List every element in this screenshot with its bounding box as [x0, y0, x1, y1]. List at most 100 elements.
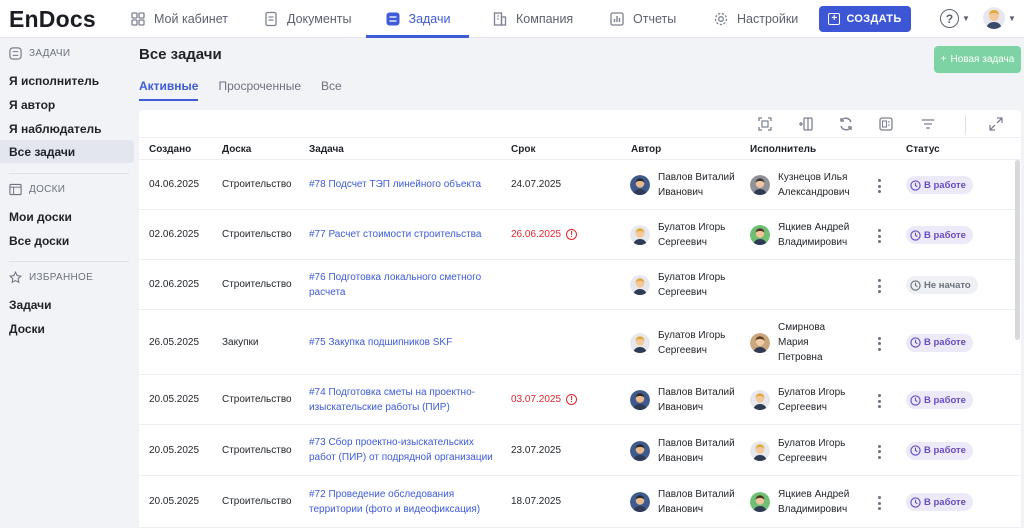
task-link[interactable]: #76 Подготовка локального сметного расче… [309, 270, 499, 300]
task-link[interactable]: #72 Проведение обследования территории (… [309, 487, 499, 517]
assignee[interactable]: Яцкиев Андрей Владимирович [750, 220, 868, 250]
sidebar-item-fav-boards[interactable]: Доски [0, 317, 134, 340]
nav-company[interactable]: Компания [492, 0, 573, 38]
export-icon[interactable] [877, 116, 895, 132]
column-header-assignee[interactable]: Исполнитель [750, 144, 816, 155]
nav-tasks[interactable]: Задачи [366, 0, 469, 38]
row-menu-icon[interactable] [876, 444, 882, 459]
filter-icon[interactable] [919, 116, 937, 132]
status-badge[interactable]: Не начато [906, 276, 978, 294]
author-name: Булатов Игорь Сергеевич [658, 329, 726, 356]
avatar [630, 275, 650, 295]
status-badge[interactable]: В работе [906, 226, 973, 244]
building-icon [492, 11, 508, 27]
assignee-name: Смирнова Мария Петровна [778, 322, 826, 363]
nav-reports[interactable]: Отчеты [609, 0, 676, 38]
refresh-icon[interactable] [837, 116, 855, 132]
clock-icon [910, 496, 921, 508]
sidebar-item-author[interactable]: Я автор [0, 93, 134, 116]
author-name: Булатов Игорь Сергеевич [658, 222, 726, 248]
author[interactable]: Булатов Игорь Сергеевич [630, 270, 748, 300]
table-row[interactable]: 02.06.2025 Строительство #76 Подготовка ло… [139, 260, 1021, 310]
author[interactable]: Павлов Виталий Иванович [630, 170, 748, 200]
sidebar-item-watcher[interactable]: Я наблюдатель [0, 117, 134, 140]
row-menu-icon[interactable] [876, 279, 882, 293]
column-header-status[interactable]: Статус [906, 144, 940, 155]
sidebar-item-all-boards[interactable]: Все доски [0, 229, 134, 252]
created-date: 02.06.2025 [149, 279, 200, 290]
task-link[interactable]: #78 Подсчет ТЭП линейного объекта [309, 177, 499, 192]
assignee-name: Булатов Игорь Сергеевич [778, 437, 846, 464]
column-header-author[interactable]: Автор [631, 144, 661, 155]
user-menu[interactable]: ▼ [983, 7, 1016, 29]
status-badge[interactable]: В работе [906, 441, 973, 460]
author[interactable]: Булатов Игорь Сергеевич [630, 328, 748, 358]
row-menu-icon[interactable] [876, 179, 882, 193]
author[interactable]: Павлов Виталий Иванович [630, 385, 748, 415]
row-menu-icon[interactable] [876, 229, 882, 243]
author[interactable]: Павлов Виталий Иванович [630, 436, 748, 466]
plus-icon: + [828, 13, 841, 25]
clock-icon [910, 337, 921, 348]
clock-icon [910, 394, 921, 406]
row-menu-icon[interactable] [876, 496, 882, 510]
create-button[interactable]: + СОЗДАТЬ [819, 6, 911, 32]
plus-icon: + [940, 54, 947, 65]
nav-dashboard[interactable]: Мой кабинет [130, 0, 228, 38]
table-row[interactable]: 04.06.2025 Строительство #78 Подсчет ТЭП л… [139, 160, 1021, 210]
table-row[interactable]: 20.05.2025 Строительство #72 Проведение об… [139, 476, 1021, 528]
assignee[interactable]: Булатов Игорь Сергеевич [750, 436, 868, 466]
sidebar-item-my-boards[interactable]: Мои доски [0, 205, 134, 228]
tab-overdue[interactable]: Просроченные [218, 79, 301, 101]
avatar [630, 440, 650, 461]
avatar [630, 175, 650, 195]
avatar [630, 492, 650, 512]
status-badge[interactable]: В работе [906, 333, 973, 352]
column-header-created[interactable]: Создано [149, 144, 191, 155]
sidebar-item-assignee[interactable]: Я исполнитель [0, 69, 134, 92]
row-menu-icon[interactable] [876, 336, 882, 351]
task-link[interactable]: #73 Сбор проектно-изыскательских работ (… [309, 435, 499, 465]
author[interactable]: Павлов Виталий Иванович [630, 487, 748, 517]
tab-all[interactable]: Все [321, 79, 342, 101]
dashboard-icon [130, 11, 146, 27]
fullscreen-icon[interactable] [987, 116, 1005, 132]
assignee[interactable]: Смирнова Мария Петровна [750, 320, 838, 365]
table-row[interactable]: 20.05.2025 Строительство #73 Сбор проектно… [139, 425, 1021, 476]
table-row[interactable]: 20.05.2025 Строительство #74 Подготовка см… [139, 375, 1021, 425]
scrollbar[interactable] [1015, 160, 1020, 340]
assignee[interactable]: Кузнецов Илья Александрович [750, 170, 868, 200]
help-menu[interactable]: ? ▼ [940, 9, 970, 28]
column-header-task[interactable]: Задача [309, 144, 344, 155]
table-row[interactable]: 02.06.2025 Строительство #77 Расчет стоимо… [139, 210, 1021, 260]
chevron-down-icon: ▼ [1008, 13, 1016, 23]
task-link[interactable]: #75 Закупка подшипников SKF [309, 335, 499, 350]
columns-icon[interactable] [797, 116, 815, 132]
status-badge[interactable]: В работе [906, 391, 973, 409]
table-row[interactable]: 26.05.2025 Закупки #75 Закупка подшипников… [139, 310, 1021, 375]
task-link[interactable]: #77 Расчет стоимости строительства [309, 227, 499, 242]
avatar [750, 492, 770, 512]
assignee[interactable]: Булатов Игорь Сергеевич [750, 385, 868, 415]
author[interactable]: Булатов Игорь Сергеевич [630, 220, 748, 250]
status-badge[interactable]: В работе [906, 176, 973, 194]
column-header-board[interactable]: Доска [222, 144, 251, 155]
column-header-due[interactable]: Срок [511, 144, 535, 155]
task-link[interactable]: #74 Подготовка сметы на проектно-изыскат… [309, 385, 499, 415]
status-badge[interactable]: В работе [906, 493, 973, 511]
sidebar-divider [9, 173, 129, 174]
nav-documents[interactable]: Документы [263, 0, 351, 38]
sidebar-section-favorites-title: ИЗБРАННОЕ [29, 272, 94, 283]
scan-icon[interactable] [756, 116, 774, 132]
row-menu-icon[interactable] [876, 394, 882, 408]
sidebar-item-fav-tasks[interactable]: Задачи [0, 293, 134, 316]
star-icon [9, 271, 22, 284]
assignee[interactable]: Яцкиев Андрей Владимирович [750, 487, 868, 517]
help-icon: ? [940, 9, 959, 28]
tab-active[interactable]: Активные [139, 79, 199, 101]
app-logo[interactable]: EnDocs [9, 6, 96, 33]
new-task-button[interactable]: + Новая задача [934, 46, 1021, 73]
sidebar-item-all-tasks[interactable]: Все задачи [0, 140, 134, 163]
due-date: 26.06.2025! [511, 227, 578, 242]
nav-settings[interactable]: Настройки [713, 0, 798, 38]
